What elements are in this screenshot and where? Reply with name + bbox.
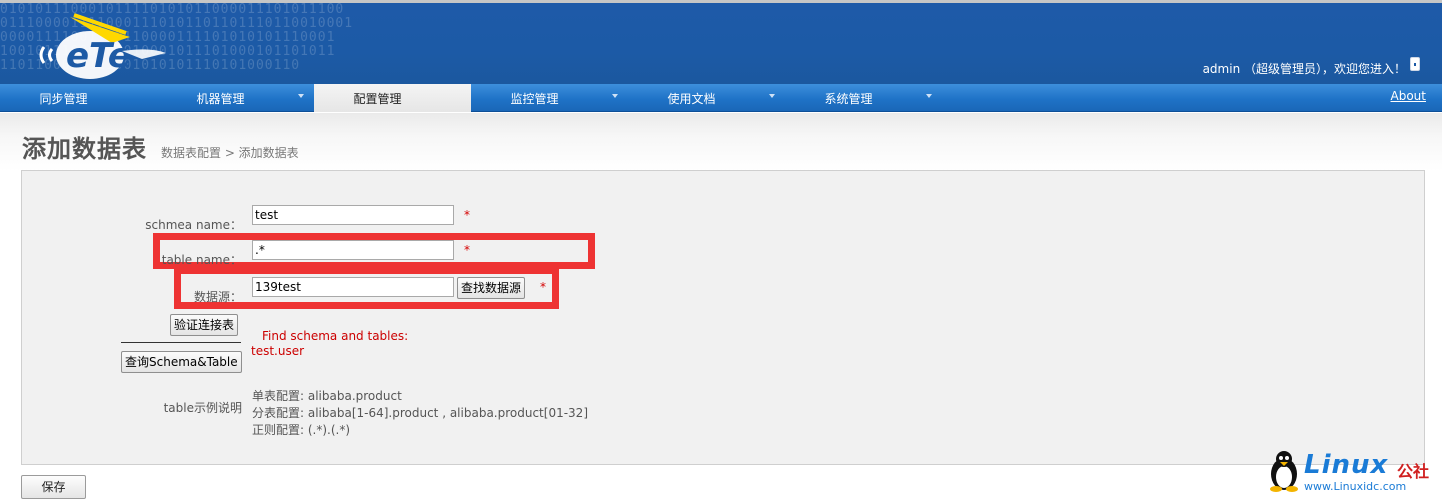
nav-item-config[interactable]: 配置管理 (314, 84, 471, 112)
result-title: Find schema and tables: (262, 329, 409, 343)
logo: eTe (39, 13, 166, 79)
breadcrumb: 数据表配置 > 添加数据表 (161, 146, 299, 160)
nav-item-docs[interactable]: 使用文档 (628, 84, 785, 112)
nav-item-label: 机器管理 (196, 92, 245, 106)
query-schema-table-button[interactable]: 查询Schema&Table (121, 351, 242, 373)
nav-item-label: 配置管理 (353, 92, 402, 106)
nav-item-monitor[interactable]: 监控管理 (471, 84, 628, 112)
chevron-down-icon (769, 94, 775, 98)
watermark-url: www.Linuxidc.com (1304, 480, 1407, 493)
datasource-input[interactable] (252, 277, 454, 297)
example-text: 单表配置: alibaba.product 分表配置: alibaba[1-64… (252, 388, 588, 439)
nav-item-sync[interactable]: 同步管理 (0, 84, 157, 112)
example-line: 正则配置: (.*).(.*) (252, 423, 351, 437)
required-mark: * (464, 208, 470, 222)
chevron-down-icon (926, 94, 932, 98)
datasource-label: 数据源： (193, 290, 242, 304)
watermark: Linux 公社 www.Linuxidc.com (1264, 446, 1442, 494)
about-link[interactable]: About (1391, 89, 1426, 103)
required-mark: * (464, 243, 470, 257)
nav-item-label: 使用文档 (667, 92, 716, 106)
chevron-down-icon (298, 94, 304, 98)
table-name-label: table name： (161, 253, 242, 267)
example-line: 分表配置: alibaba[1-64].product , alibaba.pr… (252, 406, 588, 420)
page-header: 添加数据表 数据表配置 > 添加数据表 (0, 113, 1442, 171)
watermark-brand: Linux (1304, 450, 1389, 480)
table-name-input[interactable] (252, 240, 454, 260)
example-label: table示例说明 (163, 401, 242, 415)
example-line: 单表配置: alibaba.product (252, 389, 402, 403)
required-mark: * (540, 280, 546, 294)
user-greeting: admin （超级管理员），欢迎您进入！ (1202, 62, 1406, 76)
schema-name-label: schmea name： (145, 218, 242, 232)
watermark-cn: 公社 (1397, 462, 1430, 481)
chevron-down-icon (612, 94, 618, 98)
find-datasource-button[interactable]: 查找数据源 (457, 277, 526, 299)
nav-item-label: 同步管理 (39, 92, 88, 106)
schema-name-input[interactable] (252, 205, 454, 225)
result-value: test.user (251, 344, 305, 358)
nav-item-label: 监控管理 (510, 92, 559, 106)
main-nav: 同步管理 机器管理 配置管理 监控管理 使用文档 系统管理 About (0, 84, 1442, 112)
page-title: 添加数据表 (22, 135, 147, 163)
save-button[interactable]: 保存 (21, 475, 86, 499)
divider (121, 342, 241, 343)
nav-item-machines[interactable]: 机器管理 (157, 84, 314, 112)
tux-penguin-icon (1270, 451, 1298, 492)
nav-item-system[interactable]: 系统管理 (785, 84, 942, 112)
nav-item-label: 系统管理 (824, 92, 873, 106)
svg-text:eTe: eTe (66, 36, 131, 76)
verify-connection-button[interactable]: 验证连接表 (170, 314, 239, 336)
form-panel: schmea name： * table name： * 数据源： 查找数据源 … (21, 170, 1425, 465)
logout-icon[interactable] (1410, 57, 1420, 71)
header-banner: 010101110001011110101011000011101011100 … (0, 0, 1442, 84)
